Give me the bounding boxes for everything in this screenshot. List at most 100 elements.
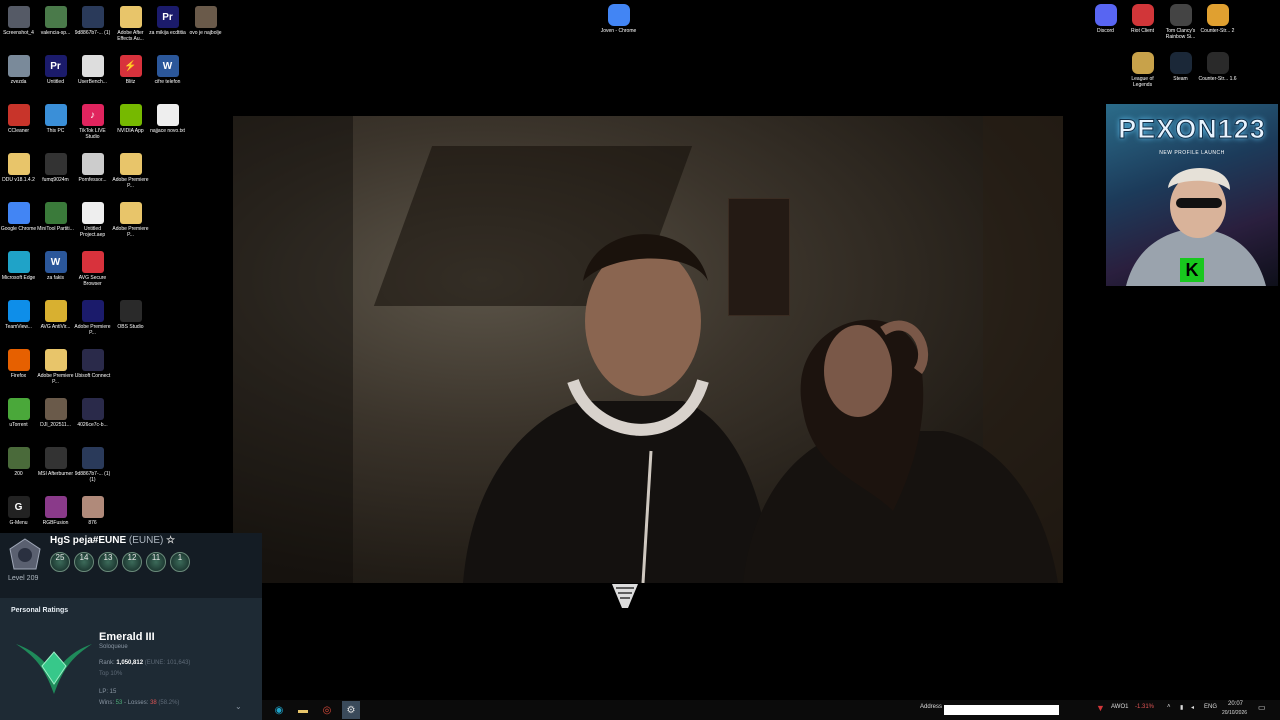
desktop-icon-image	[81, 300, 104, 322]
wins-label: Wins:	[99, 700, 114, 706]
desktop-icon[interactable]: MSI Afterburner	[37, 447, 74, 477]
desktop-icon[interactable]: 4026ce7c-b...	[74, 398, 111, 428]
desktop-icon[interactable]: Counter-Str... 1.6	[1198, 52, 1237, 82]
desktop-icon[interactable]: Riot Client	[1124, 4, 1161, 34]
desktop-icon-image	[7, 6, 30, 28]
rank-position: Rank: 1,050,812 (EUNE: 101,643)	[99, 660, 190, 666]
clock-date[interactable]: 20/10/2026	[1222, 710, 1247, 716]
desktop-icon[interactable]: ovo je najbolje	[187, 6, 224, 36]
desktop-icon[interactable]: ⚡ Blitz	[112, 55, 149, 85]
desktop-icon-label: 9d8867b7-... (1)	[74, 30, 111, 36]
desktop-icon-image	[119, 202, 142, 224]
desktop-icon[interactable]: UserBench...	[74, 55, 111, 85]
desktop-icon[interactable]: Joven - Chrome	[600, 4, 637, 34]
mastery-badge: 14	[74, 552, 94, 572]
desktop-icon-label: TikTok LIVE Studio	[79, 128, 106, 140]
summoner-region: (EUNE)	[128, 535, 164, 546]
show-hidden-icons-chevron-icon[interactable]: ˄	[1167, 704, 1171, 710]
desktop-icon[interactable]: Pornfessor...	[74, 153, 111, 183]
desktop-icon[interactable]: Google Chrome	[0, 202, 37, 232]
desktop-icon[interactable]: 200	[0, 447, 37, 477]
desktop-icon[interactable]: Adobe Premiere P...	[37, 349, 74, 385]
favorite-star-icon[interactable]: ☆	[166, 535, 175, 546]
desktop-icon[interactable]: Adobe After Effects Au...	[112, 6, 149, 42]
desktop-icon[interactable]: DDU v18.1.4.2	[0, 153, 37, 183]
desktop-icon[interactable]: fumq9024m	[37, 153, 74, 183]
language-indicator[interactable]: ENG	[1204, 704, 1217, 710]
desktop-icon[interactable]: DJI_202511...	[37, 398, 74, 428]
desktop-icon[interactable]: Discord	[1087, 4, 1124, 34]
network-icon[interactable]: ▮	[1180, 704, 1183, 711]
desktop-icon[interactable]: Adobe Premiere P...	[74, 300, 111, 336]
desktop-icon-image	[1131, 4, 1154, 26]
desktop-icon[interactable]: Pr Untitled	[37, 55, 74, 85]
desktop-icon[interactable]: RGBFusion	[37, 496, 74, 526]
desktop-icon-label: Ubisoft Connect	[74, 373, 111, 379]
desktop-icon[interactable]: MiniTool Partiti...	[37, 202, 74, 232]
desktop-icon-image: G	[7, 496, 30, 518]
desktop-icon[interactable]: Microsoft Edge	[0, 251, 37, 281]
desktop-icon[interactable]: This PC	[37, 104, 74, 134]
summoner-name[interactable]: HgS peja#EUNE (EUNE) ☆	[50, 535, 175, 546]
desktop-icon-image	[44, 447, 67, 469]
person-silhouette	[463, 234, 773, 583]
desktop-icon[interactable]: Untitled Project.aep	[74, 202, 111, 238]
chrome-taskbar-icon[interactable]: ◎	[318, 701, 336, 719]
desktop-icon-label: Untitled Project.aep	[79, 226, 106, 238]
steam-taskbar-icon[interactable]: ⚙	[342, 701, 360, 719]
desktop-icon-label: 9d8867b7-... (1) (1)	[74, 471, 111, 483]
desktop-icon-label: Pornfessor...	[78, 177, 107, 183]
desktop-icon[interactable]: Counter-Str... 2	[1199, 4, 1236, 34]
clock-time[interactable]: 20:07	[1228, 701, 1243, 707]
desktop-icon-image	[44, 104, 67, 126]
desktop-icon[interactable]: 9d8867b7-... (1)	[74, 6, 111, 36]
stock-name[interactable]: AWO1	[1111, 704, 1128, 710]
desktop-icon[interactable]: AVG AntiVir...	[37, 300, 74, 330]
desktop-icon-label: Adobe Premiere P...	[74, 324, 111, 336]
desktop-icon[interactable]: Pr za mikija ecdtitia	[149, 6, 186, 36]
desktop-icon[interactable]: G G-Menu	[0, 496, 37, 526]
desktop-icon[interactable]: AVG Secure Browser	[74, 251, 111, 287]
desktop-icon[interactable]: Firefox	[0, 349, 37, 379]
desktop: { "desktop_icons_left": [ {"label": "Scr…	[0, 0, 1280, 720]
taskbar	[262, 700, 1280, 720]
desktop-icon[interactable]: OBS Studio	[112, 300, 149, 330]
desktop-icon[interactable]: 876	[74, 496, 111, 526]
desktop-icon[interactable]: League of Legends	[1124, 52, 1161, 88]
desktop-icon[interactable]: Adobe Premiere P...	[112, 153, 149, 189]
notification-icon[interactable]: ▭	[1258, 703, 1266, 712]
desktop-icon-image	[7, 447, 30, 469]
league-points: LP: 15	[99, 689, 117, 695]
desktop-icon-image	[44, 496, 67, 518]
desktop-icon[interactable]: TeamView...	[0, 300, 37, 330]
edge-taskbar-icon[interactable]: ◉	[270, 701, 288, 719]
desktop-icon-image	[119, 300, 142, 322]
desktop-icon[interactable]: Adobe Premiere P...	[112, 202, 149, 238]
desktop-icon-label: Steam	[1173, 76, 1188, 82]
desktop-icon-label: AVG Secure Browser	[78, 275, 107, 287]
desktop-icon[interactable]: CCleaner	[0, 104, 37, 134]
desktop-icon[interactable]: valencia-sp...	[37, 6, 74, 36]
desktop-icon[interactable]: NVIDIA App	[112, 104, 149, 134]
desktop-icon-label: 4026ce7c-b...	[77, 422, 108, 428]
desktop-icon[interactable]: zvezda	[0, 55, 37, 85]
address-input[interactable]	[944, 705, 1059, 715]
desktop-icon[interactable]: Wza fakis	[37, 251, 74, 281]
desktop-icon[interactable]: uTorrent	[0, 398, 37, 428]
volume-icon[interactable]: ◂	[1191, 704, 1194, 711]
desktop-icon[interactable]: Ubisoft Connect	[74, 349, 111, 379]
losses-value: 38	[150, 700, 157, 706]
desktop-icon[interactable]: 9d8867b7-... (1) (1)	[74, 447, 111, 483]
desktop-icon-label: Counter-Str... 1.6	[1198, 76, 1237, 82]
desktop-icon-image	[81, 496, 104, 518]
desktop-icon-image	[156, 104, 179, 126]
desktop-icon[interactable]: Wcifre telefon	[149, 55, 186, 85]
desktop-icon[interactable]: Tom Clancy's Rainbow Si...	[1162, 4, 1199, 40]
thumbnail-logo: K	[1180, 258, 1204, 282]
expand-chevron-icon[interactable]: ⌄	[235, 702, 242, 711]
desktop-icon[interactable]: ♪ TikTok LIVE Studio	[74, 104, 111, 140]
file-explorer-taskbar-icon[interactable]: ▬	[294, 701, 312, 719]
desktop-icon[interactable]: Screenshot_4	[0, 6, 37, 36]
desktop-icon[interactable]: Steam	[1162, 52, 1199, 82]
desktop-icon[interactable]: najjace novo.txt	[149, 104, 186, 134]
